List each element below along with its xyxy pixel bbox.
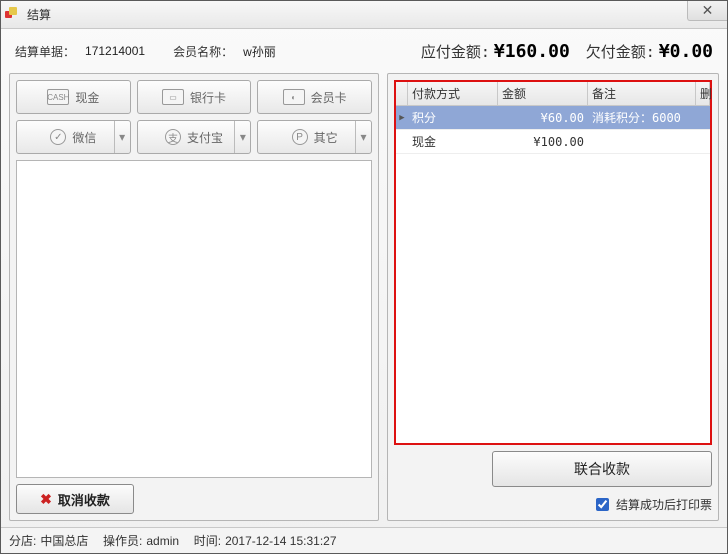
table-header: 付款方式 金额 备注 删 (396, 82, 710, 106)
col-remark[interactable]: 备注 (588, 82, 696, 105)
content-area: 结算单据： 171214001 会员名称： w孙丽 应付金额: ¥160.00 … (1, 29, 727, 527)
member-label: 会员卡 (311, 89, 347, 106)
row-marker: ▶ (396, 106, 408, 129)
cell-method: 现金 (408, 130, 498, 153)
row-marker (396, 130, 408, 153)
cancel-label: 取消收款 (58, 490, 110, 509)
due-label: 欠付金额: (586, 41, 655, 62)
other-label: 其它 (314, 129, 338, 146)
other-icon: P (292, 129, 308, 145)
other-button[interactable]: P 其它 ▾ (257, 120, 372, 154)
col-del[interactable]: 删 (696, 82, 710, 105)
cash-button[interactable]: CASH 现金 (16, 80, 131, 114)
payable-label: 应付金额: (421, 41, 490, 62)
cell-del[interactable] (696, 130, 710, 153)
wechat-icon: ✓ (50, 129, 66, 145)
col-method[interactable]: 付款方式 (408, 82, 498, 105)
branch-label: 分店: (9, 532, 36, 549)
operator-value: admin (146, 534, 179, 548)
table-body: ▶积分¥60.00消耗积分：6000现金¥100.00 (396, 106, 710, 443)
statusbar: 分店: 中国总店 操作员: admin 时间: 2017-12-14 15:31… (1, 527, 727, 553)
cell-del[interactable] (696, 106, 710, 129)
cash-icon: CASH (47, 89, 69, 105)
table-row[interactable]: 现金¥100.00 (396, 130, 710, 154)
combined-pay-button[interactable]: 联合收款 (492, 451, 712, 487)
main-area: CASH 现金 ▭ 银行卡 ◐ 会员卡 ✓ 微信 ▾ (9, 73, 719, 521)
branch-value: 中国总店 (40, 532, 88, 549)
header-row: 结算单据： 171214001 会员名称： w孙丽 应付金额: ¥160.00 … (9, 29, 719, 73)
combined-pay-label: 联合收款 (574, 459, 630, 479)
table-row[interactable]: ▶积分¥60.00消耗积分：6000 (396, 106, 710, 130)
left-panel: CASH 现金 ▭ 银行卡 ◐ 会员卡 ✓ 微信 ▾ (9, 73, 379, 521)
titlebar: 结算 ✕ (1, 1, 727, 29)
alipay-label: 支付宝 (187, 129, 223, 146)
wechat-button[interactable]: ✓ 微信 ▾ (16, 120, 131, 154)
time-value: 2017-12-14 15:31:27 (225, 534, 336, 548)
col-amount[interactable]: 金额 (498, 82, 588, 105)
payable-amount: ¥160.00 (494, 41, 570, 62)
right-bottom-actions: 联合收款 结算成功后打印票 (394, 451, 712, 514)
header-amounts: 应付金额: ¥160.00 欠付金额: ¥0.00 (409, 41, 713, 62)
bank-card-icon: ▭ (162, 89, 184, 105)
settlement-window: 结算 ✕ 结算单据： 171214001 会员名称： w孙丽 应付金额: ¥16… (0, 0, 728, 554)
cash-label: 现金 (75, 89, 99, 106)
order-label: 结算单据： (15, 43, 75, 60)
order-no: 171214001 (85, 44, 145, 58)
bank-card-button[interactable]: ▭ 银行卡 (137, 80, 252, 114)
print-checkbox-row[interactable]: 结算成功后打印票 (592, 495, 712, 514)
other-dropdown[interactable]: ▾ (355, 121, 371, 153)
cancel-icon: ✖ (40, 491, 52, 508)
app-icon (5, 7, 21, 23)
due-amount: ¥0.00 (659, 41, 713, 62)
operator-label: 操作员: (103, 532, 142, 549)
member-label: 会员名称： (173, 43, 233, 60)
cell-method: 积分 (408, 106, 498, 129)
alipay-icon: 支 (165, 129, 181, 145)
wechat-label: 微信 (72, 129, 96, 146)
col-marker (396, 82, 408, 105)
wechat-dropdown[interactable]: ▾ (114, 121, 130, 153)
payments-table: 付款方式 金额 备注 删 ▶积分¥60.00消耗积分：6000现金¥100.00 (394, 80, 712, 445)
event-log-box (16, 160, 372, 478)
alipay-button[interactable]: 支 支付宝 ▾ (137, 120, 252, 154)
cancel-button[interactable]: ✖ 取消收款 (16, 484, 134, 514)
print-checkbox[interactable] (596, 498, 609, 511)
alipay-dropdown[interactable]: ▾ (234, 121, 250, 153)
right-panel: 付款方式 金额 备注 删 ▶积分¥60.00消耗积分：6000现金¥100.00… (387, 73, 719, 521)
close-button[interactable]: ✕ (687, 1, 727, 21)
payment-method-buttons: CASH 现金 ▭ 银行卡 ◐ 会员卡 ✓ 微信 ▾ (16, 80, 372, 154)
bank-label: 银行卡 (190, 89, 226, 106)
cell-amount: ¥60.00 (498, 106, 588, 129)
cell-remark: 消耗积分：6000 (588, 106, 696, 129)
cell-amount: ¥100.00 (498, 130, 588, 153)
member-name: w孙丽 (243, 43, 276, 60)
member-card-icon: ◐ (283, 89, 305, 105)
member-card-button[interactable]: ◐ 会员卡 (257, 80, 372, 114)
window-title: 结算 (27, 6, 51, 23)
cell-remark (588, 130, 696, 153)
print-label: 结算成功后打印票 (616, 496, 712, 513)
time-label: 时间: (194, 532, 221, 549)
